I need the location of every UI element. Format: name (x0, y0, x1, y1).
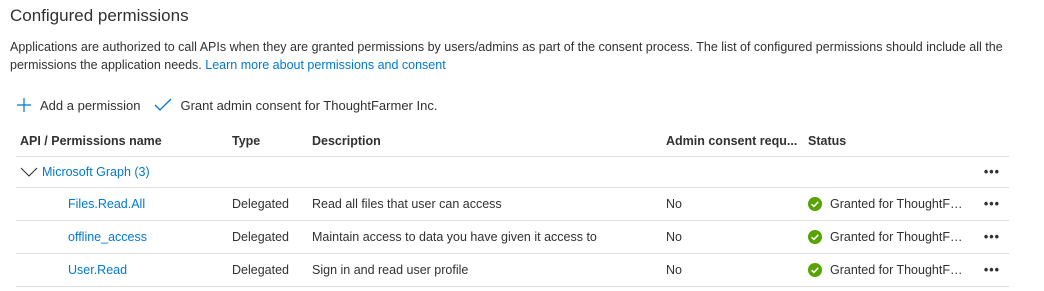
status-text: Granted for ThoughtFarmer Inc. (830, 230, 964, 244)
add-permission-label: Add a permission (40, 97, 141, 113)
plus-icon (16, 97, 32, 113)
microsoft-graph-group-toggle[interactable]: Microsoft Graph (3) (20, 165, 150, 179)
table-row: Files.Read.All Delegated Read all files … (16, 188, 1009, 221)
header-admin-consent[interactable]: Admin consent requ... (666, 126, 797, 156)
permission-name-link[interactable]: offline_access (68, 230, 147, 244)
toolbar: Add a permission Grant admin consent for… (16, 94, 437, 116)
row-more-options-icon[interactable]: ••• (980, 221, 1004, 253)
group-more-options-icon[interactable]: ••• (980, 157, 1004, 187)
type-cell: Delegated (232, 230, 289, 244)
green-check-circle-icon (808, 263, 822, 277)
admin-consent-cell: No (666, 197, 682, 211)
table-row: User.Read Delegated Sign in and read use… (16, 254, 1009, 287)
status-text: Granted for ThoughtFarmer Inc. (830, 263, 964, 277)
table-row: offline_access Delegated Maintain access… (16, 221, 1009, 254)
green-check-circle-icon (808, 197, 822, 211)
learn-more-link[interactable]: Learn more about permissions and consent (205, 58, 445, 72)
group-label: Microsoft Graph (3) (42, 165, 150, 179)
header-description[interactable]: Description (312, 126, 381, 156)
permissions-table: API / Permissions name Type Description … (16, 126, 1009, 287)
row-more-options-icon[interactable]: ••• (980, 188, 1004, 220)
status-text: Granted for ThoughtFarmer Inc. (830, 197, 964, 211)
admin-consent-cell: No (666, 263, 682, 277)
description-cell: Sign in and read user profile (312, 263, 469, 277)
status-cell: Granted for ThoughtFarmer Inc. (808, 188, 964, 220)
intro-text: Applications are authorized to call APIs… (10, 38, 1020, 74)
header-api[interactable]: API / Permissions name (20, 126, 162, 156)
table-header-row: API / Permissions name Type Description … (16, 126, 1009, 157)
status-cell: Granted for ThoughtFarmer Inc. (808, 254, 964, 286)
checkmark-icon (154, 98, 172, 112)
type-cell: Delegated (232, 263, 289, 277)
chevron-down-icon (20, 167, 38, 177)
api-group-row: Microsoft Graph (3) ••• (16, 157, 1009, 188)
description-cell: Read all files that user can access (312, 197, 502, 211)
page-title: Configured permissions (10, 6, 189, 25)
green-check-circle-icon (808, 230, 822, 244)
description-cell: Maintain access to data you have given i… (312, 230, 597, 244)
add-permission-button[interactable]: Add a permission (16, 97, 140, 113)
group-cell: Microsoft Graph (3) (20, 157, 150, 187)
permission-name-link[interactable]: Files.Read.All (68, 197, 145, 211)
header-type[interactable]: Type (232, 126, 260, 156)
admin-consent-cell: No (666, 230, 682, 244)
intro-description: Applications are authorized to call APIs… (10, 40, 1003, 72)
grant-admin-consent-button[interactable]: Grant admin consent for ThoughtFarmer In… (154, 98, 437, 113)
permission-name-link[interactable]: User.Read (68, 263, 127, 277)
type-cell: Delegated (232, 197, 289, 211)
row-more-options-icon[interactable]: ••• (980, 254, 1004, 286)
header-status[interactable]: Status (808, 126, 846, 156)
status-cell: Granted for ThoughtFarmer Inc. (808, 221, 964, 253)
grant-admin-consent-label: Grant admin consent for ThoughtFarmer In… (180, 97, 438, 113)
